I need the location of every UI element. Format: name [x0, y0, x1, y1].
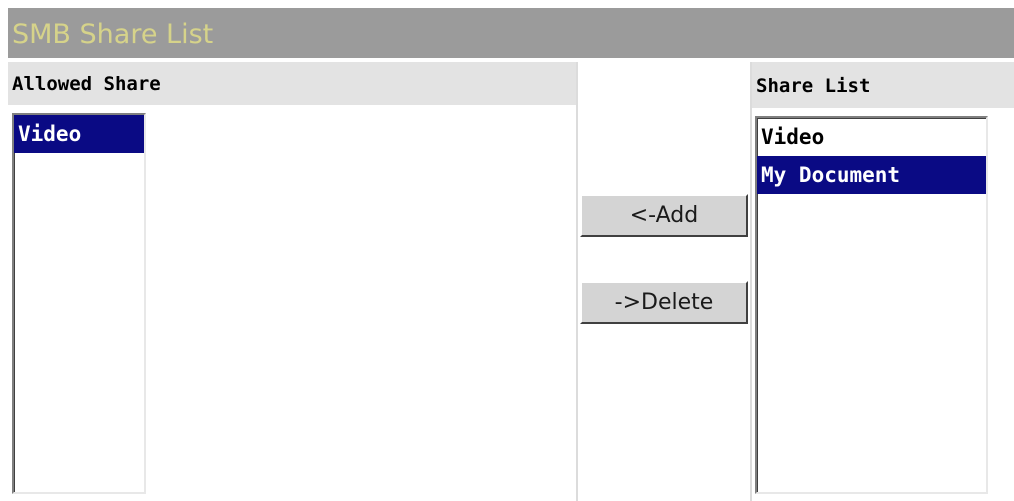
delete-button[interactable]: ->Delete — [580, 281, 748, 324]
column-divider — [576, 62, 578, 501]
share-list-listbox[interactable]: Video My Document — [755, 116, 988, 494]
title-bar: SMB Share List — [8, 8, 1014, 58]
page-title: SMB Share List — [12, 19, 214, 50]
allowed-share-header: Allowed Share — [8, 62, 577, 106]
share-list-header: Share List — [752, 62, 1014, 108]
allowed-share-option[interactable]: Video — [14, 115, 144, 153]
share-list-option[interactable]: Video — [757, 118, 986, 156]
share-list-label: Share List — [756, 75, 871, 97]
share-list-option[interactable]: My Document — [757, 156, 986, 194]
column-divider — [750, 62, 752, 501]
add-button[interactable]: <-Add — [580, 194, 748, 237]
allowed-share-listbox[interactable]: Video — [12, 113, 146, 494]
allowed-share-label: Allowed Share — [12, 73, 161, 95]
